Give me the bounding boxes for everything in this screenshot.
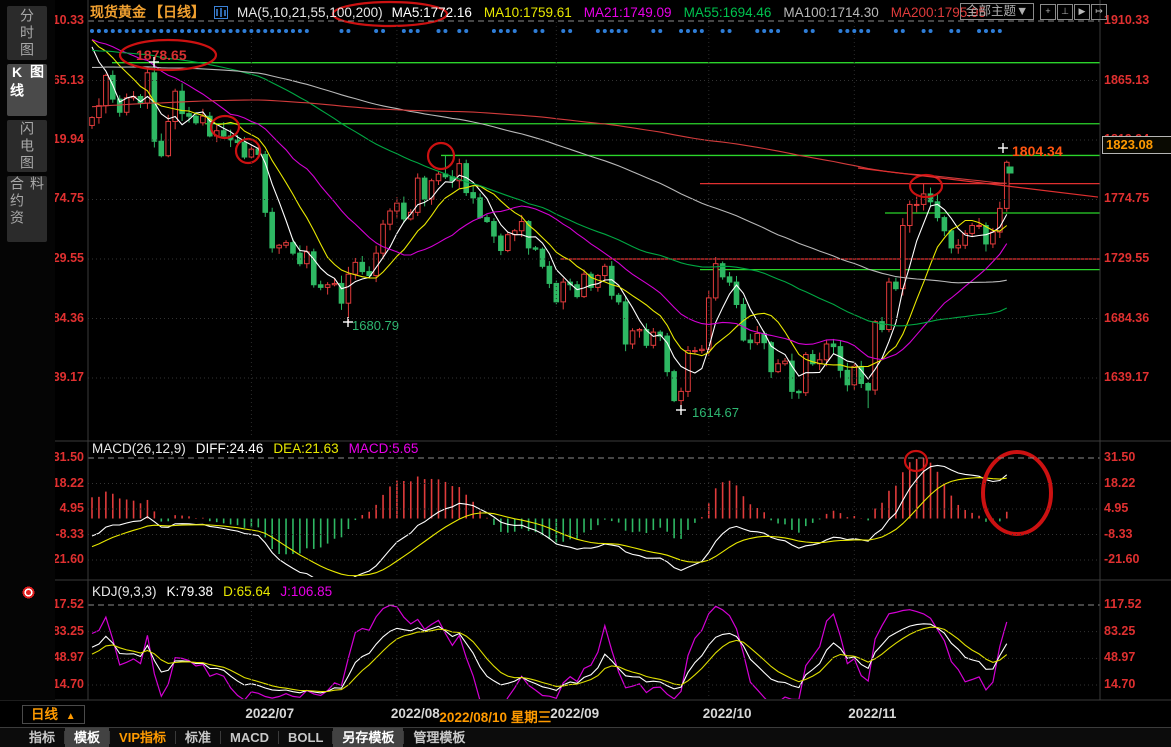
right-axis-label: 14.70	[1104, 677, 1168, 691]
right-axis-label: 1684.36	[1104, 311, 1168, 325]
sidebar-tab-3[interactable]: 闪电图	[7, 120, 47, 172]
period-selector[interactable]: 日线 ▲	[22, 705, 85, 724]
date-label-highlight: 2022/08/10 星期三	[439, 706, 551, 726]
move-layout-icon[interactable]: +	[1040, 4, 1056, 20]
right-axis-label: 1865.13	[1104, 73, 1168, 87]
ma-value-4: MA55:1694.46	[684, 5, 772, 20]
ma-value-5: MA100:1714.30	[783, 5, 878, 20]
right-axis-label: 1729.55	[1104, 251, 1168, 265]
tab-另存模板[interactable]: 另存模板	[333, 728, 403, 747]
sidebar-tab-2[interactable]: K线图	[7, 64, 47, 116]
right-axis-label: 1774.75	[1104, 191, 1168, 205]
kdj-j-value: J:106.85	[280, 584, 332, 599]
symbol-name: 现货黄金	[90, 2, 146, 22]
macd-label: MACD(26,12,9)	[92, 441, 186, 456]
ma-legend: MA5:1772.16 MA10:1759.61 MA21:1749.09 MA55:…	[392, 5, 986, 20]
chart-header: 现货黄金 【日线】 MA(5,10,21,55,100,200) MA5:177…	[90, 3, 986, 21]
date-label: 2022/11	[848, 706, 896, 721]
kdj-panel-header: KDJ(9,3,3) K:79.38 D:65.64 J:106.85	[92, 584, 332, 599]
tab-标准[interactable]: 标准	[176, 728, 220, 747]
right-axis-label: 31.50	[1104, 450, 1168, 464]
kline-style-icon[interactable]	[214, 6, 228, 19]
right-axis-label: 117.52	[1104, 597, 1168, 611]
right-axis-label: 83.25	[1104, 624, 1168, 638]
triangle-up-icon: ▲	[66, 711, 76, 722]
svg-text:1878.65: 1878.65	[136, 47, 187, 63]
svg-text:1680.79: 1680.79	[352, 318, 399, 333]
ma-value-2: MA10:1759.61	[484, 5, 572, 20]
right-axis-label: 18.22	[1104, 476, 1168, 490]
macd-macd-value: MACD:5.65	[349, 441, 419, 456]
ma-value-1: MA5:1772.16	[392, 5, 472, 20]
date-label: 2022/10	[703, 706, 752, 721]
ma-settings: MA(5,10,21,55,100,200)	[237, 5, 383, 20]
right-axis-label: 1639.17	[1104, 370, 1168, 384]
date-label: 2022/09	[550, 706, 599, 721]
tab-VIP指标[interactable]: VIP指标	[110, 728, 175, 747]
kdj-d-value: D:65.64	[223, 584, 270, 599]
date-label: 2022/08	[391, 706, 440, 721]
right-axis-label: 48.97	[1104, 650, 1168, 664]
svg-text:1614.67: 1614.67	[692, 405, 739, 420]
tab-BOLL[interactable]: BOLL	[279, 728, 332, 747]
macd-dea-value: DEA:21.63	[273, 441, 338, 456]
alert-dot-icon	[22, 586, 35, 599]
date-label: 2022/07	[245, 706, 294, 721]
right-axis-label: -21.60	[1104, 552, 1168, 566]
tab-指标[interactable]: 指标	[20, 728, 64, 747]
step-forward-icon[interactable]: ↦	[1091, 4, 1107, 20]
bottom-tab-bar: 指标模板VIP指标标准MACDBOLL另存模板管理模板	[0, 728, 1171, 747]
ma-value-3: MA21:1749.09	[584, 5, 672, 20]
trading-app: 1878.65 1680.79 1614.67 1804.34 分时图K线图闪电图合约…	[0, 0, 1171, 747]
right-axis-label: -8.33	[1104, 527, 1168, 541]
crosshair-price-tag: 1823.08	[1102, 136, 1171, 154]
tab-模板[interactable]: 模板	[65, 728, 109, 747]
kdj-label: KDJ(9,3,3)	[92, 584, 157, 599]
svg-text:1804.34: 1804.34	[1012, 143, 1063, 159]
macd-diff-value: DIFF:24.46	[196, 441, 264, 456]
period-label: 【日线】	[149, 2, 205, 22]
tab-MACD[interactable]: MACD	[221, 728, 278, 747]
play-forward-icon[interactable]: ▶	[1074, 4, 1090, 20]
right-axis-label: 1910.33	[1104, 13, 1168, 27]
macd-panel-header: MACD(26,12,9) DIFF:24.46 DEA:21.63 MACD:…	[92, 441, 418, 456]
chart-canvas[interactable]: 1878.65 1680.79 1614.67 1804.34	[0, 0, 1171, 747]
theme-selector-button[interactable]: 全部主题▼	[960, 3, 1034, 20]
sidebar-tab-1[interactable]: 分时图	[7, 6, 47, 60]
fit-axis-icon[interactable]: ⊥	[1057, 4, 1073, 20]
kdj-k-value: K:79.38	[167, 584, 214, 599]
tab-管理模板[interactable]: 管理模板	[404, 728, 474, 747]
date-axis-row: 日线 ▲ 2022/07 2022/082022/08/10 星期三2022/09…	[0, 701, 1171, 728]
right-axis-label: 4.95	[1104, 501, 1168, 515]
sidebar-tab-4[interactable]: 合约资料	[7, 176, 47, 242]
